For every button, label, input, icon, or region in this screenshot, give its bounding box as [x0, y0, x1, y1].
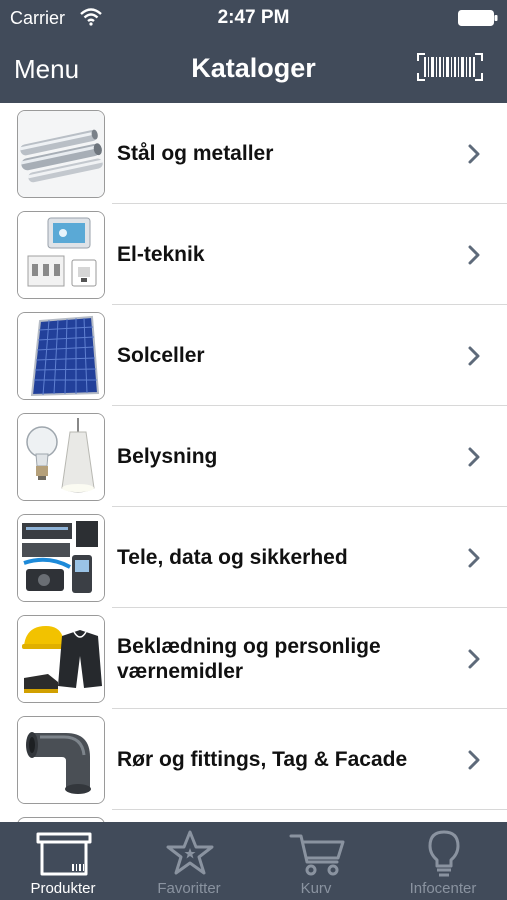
catalog-item-label: Belysning	[117, 445, 218, 468]
status-time: 2:47 PM	[217, 7, 290, 28]
box-icon	[36, 832, 92, 876]
navigation-bar: Menu Kataloger	[0, 36, 507, 103]
electrical-equipment-icon	[17, 211, 105, 299]
catalog-list[interactable]: Stål og metaller El-teknik Solceller Bel…	[0, 103, 507, 822]
catalog-item-tele-data[interactable]: Tele, data og sikkerhed	[0, 507, 507, 608]
catalog-item-label: Solceller	[117, 344, 205, 367]
tab-infocenter[interactable]: Infocenter	[380, 822, 506, 900]
chevron-right-icon	[468, 649, 480, 669]
tab-label: Favoritter	[157, 880, 221, 897]
steel-pipes-icon	[17, 110, 105, 198]
chevron-right-icon	[468, 144, 480, 164]
chevron-right-icon	[468, 245, 480, 265]
chevron-right-icon	[468, 548, 480, 568]
star-icon	[166, 830, 214, 875]
tab-label: Produkter	[30, 880, 96, 897]
tab-favoritter[interactable]: Favoritter	[126, 822, 252, 900]
chevron-right-icon	[468, 750, 480, 770]
catalog-item-label: Beklædning og personlige værnemidler	[117, 634, 381, 683]
pipe-fitting-icon	[17, 716, 105, 804]
tab-bar: Produkter Favoritter Kurv Infocenter	[0, 822, 507, 900]
catalog-item-label: Stål og metaller	[117, 142, 274, 165]
app-header: Carrier 2:47 PM Menu Kataloger	[0, 0, 507, 103]
status-bar: Carrier 2:47 PM	[0, 0, 507, 36]
list-item-partial	[0, 810, 507, 822]
catalog-item-label: Tele, data og sikkerhed	[117, 546, 348, 569]
tab-produkter[interactable]: Produkter	[0, 822, 126, 900]
chevron-right-icon	[468, 447, 480, 467]
tab-label: Infocenter	[409, 880, 477, 897]
catalog-item-ror-fittings[interactable]: Rør og fittings, Tag & Facade	[0, 709, 507, 810]
catalog-item-beklaedning[interactable]: Beklædning og personlige værnemidler	[0, 608, 507, 709]
tab-label: Kurv	[300, 880, 332, 897]
barcode-icon[interactable]	[417, 53, 483, 81]
light-bulb-icon	[17, 413, 105, 501]
network-equipment-icon	[17, 514, 105, 602]
chevron-right-icon	[468, 346, 480, 366]
solar-panel-icon	[17, 312, 105, 400]
catalog-item-steel[interactable]: Stål og metaller	[0, 103, 507, 204]
battery-icon	[458, 10, 498, 26]
catalog-item-solceller[interactable]: Solceller	[0, 305, 507, 406]
cart-icon	[289, 834, 345, 876]
menu-button[interactable]: Menu	[14, 54, 79, 85]
lightbulb-icon	[428, 830, 460, 877]
catalog-item-label: Rør og fittings, Tag & Facade	[117, 748, 408, 771]
catalog-item-label: El-teknik	[117, 243, 205, 266]
catalog-item-belysning[interactable]: Belysning	[0, 406, 507, 507]
tab-kurv[interactable]: Kurv	[253, 822, 379, 900]
catalog-item-el-teknik[interactable]: El-teknik	[0, 204, 507, 305]
protective-gear-icon	[17, 615, 105, 703]
